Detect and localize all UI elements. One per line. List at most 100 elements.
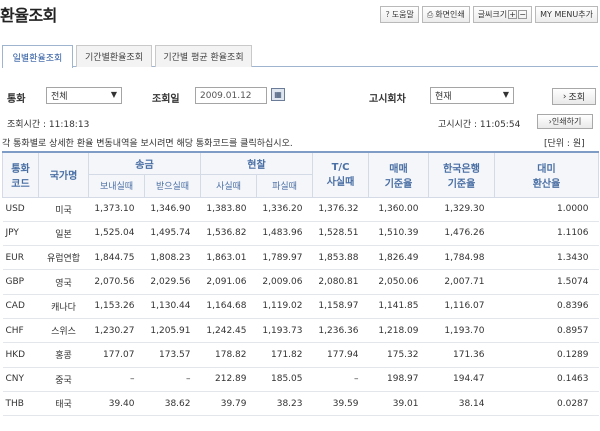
trade-base-value: 1,826.49: [368, 245, 429, 271]
trade-base-value: 1,510.39: [368, 221, 429, 247]
cash-buy-value: 212.89: [200, 367, 257, 392]
help-button[interactable]: ? 도움말: [380, 6, 419, 23]
tc-buy-value: 1,158.97: [312, 294, 369, 319]
bok-base-value: 1,784.98: [428, 245, 495, 271]
currency-code-link[interactable]: HKD: [2, 342, 39, 368]
print-button-label: 인쇄하기: [551, 117, 582, 126]
header-usd-conversion-text: 대미 환산율: [532, 163, 561, 190]
currency-code-link[interactable]: THB: [2, 391, 39, 417]
country-name: 태국: [38, 391, 89, 417]
table-row: GBP 영국 2,070.56 2,029.56 2,091.06 2,009.06 2,0…: [2, 269, 599, 295]
bok-base-value: 1,329.30: [428, 197, 495, 222]
cash-buy-value: 1,383.80: [200, 197, 257, 222]
dropdown-arrow-icon: ▼: [110, 90, 117, 99]
dropdown-arrow-icon: ▼: [502, 90, 509, 99]
table-row: CNY 중국 – –212.89 185.05–198.97 194.47 0.1463: [2, 367, 599, 392]
cash-sell-value: 1,483.96: [256, 221, 313, 247]
exchange-rate-table: 통화 코드 국가명 송금 현찰 T/C 사실때 매매 기준율 한국은행 기준율 …: [2, 151, 599, 417]
tc-buy-value: 1,528.51: [312, 221, 369, 247]
tc-buy-value: 177.94: [312, 342, 369, 368]
trade-base-value: 1,218.09: [368, 318, 429, 344]
header-remit-send: 보내실때: [88, 173, 145, 198]
tc-buy-value: –: [312, 367, 369, 392]
tc-buy-value: 39.59: [312, 391, 369, 417]
usd-conversion-value: 0.0287: [494, 391, 599, 417]
trade-base-value: 1,141.85: [368, 294, 429, 319]
tab-daily-rate[interactable]: 일별환율조회: [2, 45, 73, 68]
date-input[interactable]: 2009.01.12: [195, 87, 267, 104]
bok-base-value: 171.36: [428, 342, 495, 368]
remit-send-value: 1,230.27: [88, 318, 145, 344]
remit-send-value: 177.07: [88, 342, 145, 368]
table-row: JPY 일본 1,525.04 1,495.74 1,536.82 1,483.96 1,5…: [2, 221, 599, 247]
header-usd-conversion: 대미 환산율: [494, 151, 599, 198]
font-decrease-button[interactable]: −: [518, 10, 528, 19]
print-screen-button[interactable]: ⎙ 화면인쇄: [421, 6, 470, 23]
header-cash-buy: 사실때: [200, 173, 257, 198]
currency-code-link[interactable]: USD: [2, 197, 39, 222]
tab-period-rate[interactable]: 기간별환율조회: [76, 45, 152, 67]
query-button[interactable]: › 조회: [552, 88, 596, 105]
query-time: 조회시간 : 11:18:13: [7, 120, 90, 130]
cash-buy-value: 39.79: [200, 391, 257, 417]
cash-buy-value: 1,863.01: [200, 245, 257, 271]
date-label: 조회일: [152, 94, 180, 105]
tc-buy-value: 1,853.88: [312, 245, 369, 271]
font-increase-button[interactable]: +: [508, 10, 518, 19]
country-name: 영국: [38, 269, 89, 295]
country-name: 미국: [38, 197, 89, 222]
header-currency-code-text: 통화 코드: [11, 163, 30, 190]
currency-code-link[interactable]: CHF: [2, 318, 39, 344]
table-row: HKD 홍콩 177.07 173.57 178.82 171.82 177.94 175.3…: [2, 342, 599, 368]
remit-receive-value: 1,495.74: [144, 221, 201, 247]
header-trade-base-text: 매매 기준율: [384, 163, 413, 190]
currency-code-link[interactable]: GBP: [2, 269, 39, 295]
currency-code-link[interactable]: EUR: [2, 245, 39, 271]
remit-receive-value: 1,205.91: [144, 318, 201, 344]
unit-label: [단위 : 원]: [544, 139, 585, 149]
usd-conversion-value: 0.1463: [494, 367, 599, 392]
trade-base-value: 1,360.00: [368, 197, 429, 222]
bok-base-value: 1,193.70: [428, 318, 495, 344]
remit-receive-value: 1,130.44: [144, 294, 201, 319]
trade-base-value: 175.32: [368, 342, 429, 368]
table-row: CHF 스위스 1,230.27 1,205.91 1,242.45 1,193.73 1,…: [2, 318, 599, 344]
table-row: EUR 유럽연합 1,844.75 1,808.23 1,863.01 1,789.97 1…: [2, 245, 599, 271]
currency-code-link[interactable]: JPY: [2, 221, 39, 247]
header-country: 국가명: [38, 151, 89, 198]
header-currency-code: 통화 코드: [2, 151, 39, 198]
cash-sell-value: 171.82: [256, 342, 313, 368]
remit-send-value: 1,153.26: [88, 294, 145, 319]
calendar-icon[interactable]: ▦: [271, 88, 285, 101]
cash-sell-value: 185.05: [256, 367, 313, 392]
header-bok-base: 한국은행 기준율: [428, 151, 495, 198]
tab-period-average-rate[interactable]: 기간별 평균 환율조회: [155, 45, 252, 67]
query-button-label: 조회: [568, 93, 586, 103]
tc-buy-value: 1,376.32: [312, 197, 369, 222]
font-size-label: 글씨크기: [477, 10, 508, 19]
usd-conversion-value: 0.8957: [494, 318, 599, 344]
notice-round-value: 현재: [435, 92, 452, 102]
remit-receive-value: 173.57: [144, 342, 201, 368]
bok-base-value: 1,116.07: [428, 294, 495, 319]
remit-receive-value: 2,029.56: [144, 269, 201, 295]
remit-send-value: 1,525.04: [88, 221, 145, 247]
usd-conversion-value: 1.5074: [494, 269, 599, 295]
header-trade-base: 매매 기준율: [368, 151, 429, 198]
help-label: 도움말: [391, 10, 414, 19]
cash-sell-value: 1,336.20: [256, 197, 313, 222]
cash-sell-value: 1,193.73: [256, 318, 313, 344]
currency-code-link[interactable]: CAD: [2, 294, 39, 319]
currency-code-link[interactable]: CNY: [2, 367, 39, 392]
remit-receive-value: –: [144, 367, 201, 392]
notice-round-select[interactable]: 현재 ▼: [430, 87, 514, 104]
remit-send-value: 1,844.75: [88, 245, 145, 271]
my-menu-add-button[interactable]: MY MENU추가: [535, 6, 598, 23]
header-remit-receive: 받으실때: [144, 173, 201, 198]
tc-buy-value: 2,080.81: [312, 269, 369, 295]
currency-select[interactable]: 전체 ▼: [46, 87, 122, 104]
print-button[interactable]: › 인쇄하기: [537, 114, 593, 129]
trade-base-value: 39.01: [368, 391, 429, 417]
printer-icon: ⎙: [426, 9, 434, 19]
currency-select-value: 전체: [51, 92, 68, 102]
